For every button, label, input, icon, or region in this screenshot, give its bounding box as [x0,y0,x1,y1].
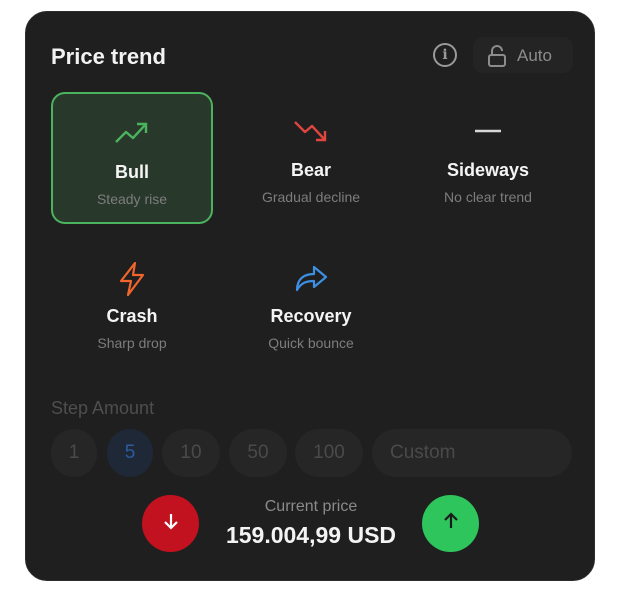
step-option-100[interactable]: 100 [295,429,363,477]
trending-up-icon [53,118,211,150]
trend-desc: No clear trend [444,189,532,205]
lock-open-icon [487,44,507,73]
trend-card-sideways[interactable]: Sideways No clear trend [407,92,569,224]
trend-card-bull[interactable]: Bull Steady rise [51,92,213,224]
step-option-5[interactable]: 5 [107,429,153,477]
current-price-value: 159.004,99 USD [225,522,397,548]
arrow-up-icon [441,511,461,536]
share-arrow-icon [230,262,392,294]
arrow-down-icon [161,511,181,536]
trend-name: Sideways [446,160,530,180]
lightning-icon [51,262,213,296]
step-option-1[interactable]: 1 [51,429,97,477]
trend-card-recovery[interactable]: Recovery Quick bounce [230,238,392,370]
auto-label: Auto [517,46,552,65]
trend-desc: Gradual decline [261,189,361,205]
trend-name: Crash [106,306,158,326]
panel-title: Price trend [51,44,166,69]
trend-desc: Sharp drop [97,335,167,351]
trend-name: Bull [115,162,149,182]
custom-step-input[interactable]: Custom [372,429,572,477]
step-option-50[interactable]: 50 [229,429,287,477]
step-amount-label: Step Amount [51,398,155,418]
trend-card-crash[interactable]: Crash Sharp drop [51,238,213,370]
trend-name: Bear [290,160,332,180]
current-price-label: Current price [264,498,358,515]
step-option-10[interactable]: 10 [162,429,220,477]
trend-desc: Steady rise [96,191,168,207]
trend-card-bear[interactable]: Bear Gradual decline [230,92,392,224]
info-icon[interactable]: i [433,43,457,67]
trend-name: Recovery [270,306,352,326]
price-trend-panel: Price trend i Auto Bull Steady rise Bear… [25,11,595,581]
auto-toggle-button[interactable]: Auto [473,37,573,73]
price-up-button[interactable] [422,495,479,552]
flat-line-icon [407,116,569,148]
trend-desc: Quick bounce [268,335,354,351]
trending-down-icon [230,116,392,148]
